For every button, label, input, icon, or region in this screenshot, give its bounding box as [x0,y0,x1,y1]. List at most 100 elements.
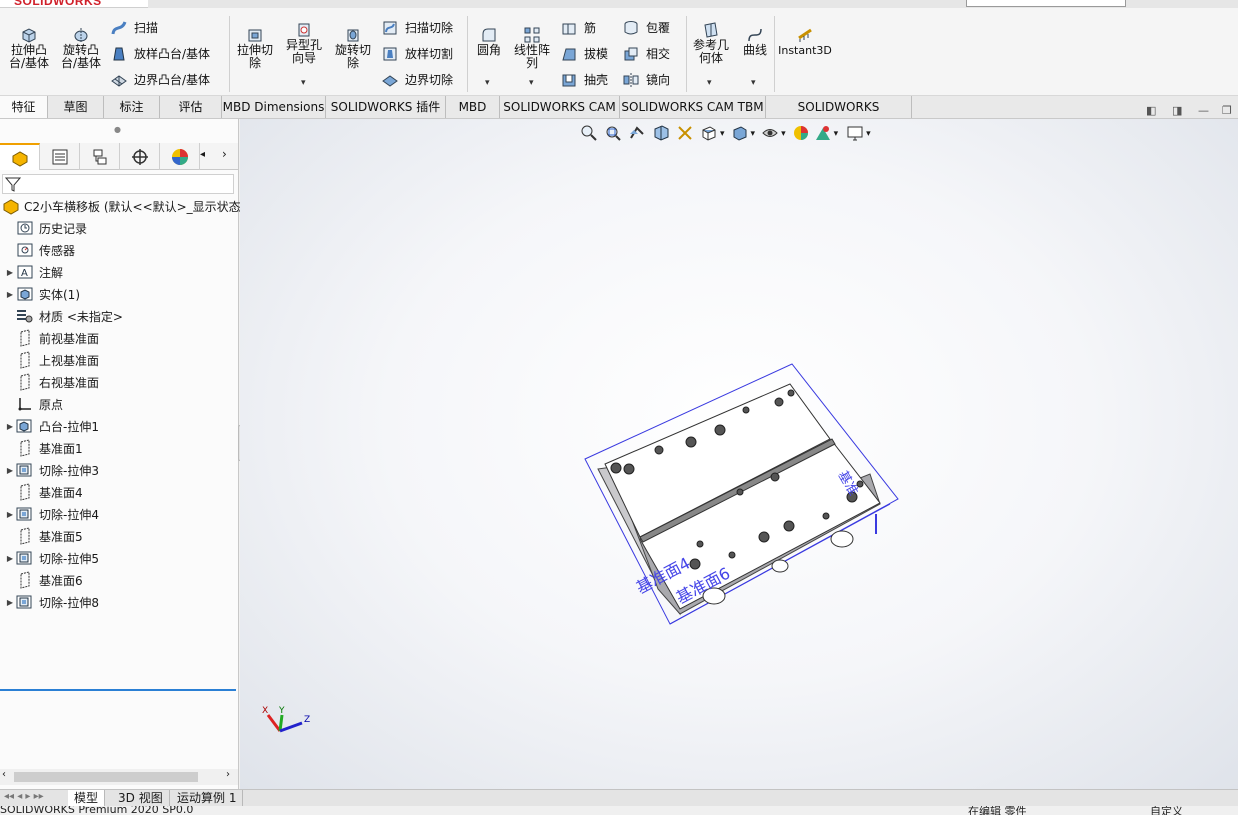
tab-mbd[interactable]: MBD [446,96,500,118]
extrude-boss-label: 拉伸凸 台/基体 [8,43,50,70]
solidworks-logo[interactable]: SOLIDWORKS [0,0,148,8]
fillet-dropdown-icon[interactable]: ▾ [485,78,490,88]
boundary-cut-button[interactable]: 边界切除 [381,71,453,89]
configuration-manager-icon [93,149,106,164]
curves-dropdown-icon[interactable]: ▾ [751,78,756,88]
maximize-icon[interactable]: ❐ [1222,104,1232,117]
tab-solidworks-addins[interactable]: SOLIDWORKS 插件 [326,96,446,118]
curves-button[interactable]: 曲线 [738,26,772,57]
configuration-manager-tab[interactable] [80,143,120,170]
boundary-boss-button[interactable]: 边界凸台/基体 [110,71,210,89]
tree-item[interactable]: 基准面1 [4,438,83,458]
tree-item[interactable]: ▶ 切除-拉伸5 [4,548,99,568]
tree-item[interactable]: 历史记录 [4,218,87,238]
hole-wizard-dropdown-icon[interactable]: ▾ [301,78,306,88]
expand-arrow-icon[interactable]: ▶ [4,422,16,431]
sweep-cut-button[interactable]: 扫描切除 [381,19,453,37]
rib-button[interactable]: 筋 [560,19,596,37]
revolve-boss-button[interactable]: 旋转凸 台/基体 [58,26,104,70]
expand-arrow-icon[interactable]: ▶ [4,290,16,299]
tab-motion-study-1[interactable]: 运动算例 1 [171,790,244,806]
tab-solidworks-cam-tbm[interactable]: SOLIDWORKS CAM TBM [620,96,766,118]
tree-item[interactable]: 基准面6 [4,570,83,590]
tree-root-label: C2小车横移板 (默认<<默认>_显示状态 [24,199,241,214]
tree-item[interactable]: 基准面4 [4,482,83,502]
tab-solidworks-inspection[interactable]: SOLIDWORKS Inspection [766,96,912,136]
tree-item[interactable]: ▶ 切除-拉伸3 [4,460,99,480]
tree-item[interactable]: 前视基准面 [4,328,99,348]
tree-item[interactable]: 材质 <未指定> [4,306,123,326]
curves-label: 曲线 [742,43,767,57]
restore-right-icon[interactable]: ◨ [1172,104,1182,117]
command-manager-ribbon: 拉伸凸 台/基体 旋转凸 台/基体 扫描 放样凸台/基体 边界凸台/基体 拉伸切… [0,8,1238,96]
extrude-cut-button[interactable]: 拉伸切 除 [234,26,276,70]
revolve-cut-button[interactable]: 旋转切 除 [331,26,375,70]
tab-sketch[interactable]: 草图 [48,96,104,118]
tree-item[interactable]: 基准面5 [4,526,83,546]
wrap-button[interactable]: 包覆 [622,19,670,37]
display-manager-tab[interactable] [160,143,200,170]
mirror-button[interactable]: 镜向 [622,71,670,89]
part-model-view[interactable]: 基准面4 基准面6 基准 X Y Z [240,119,1238,789]
intersect-button[interactable]: 相交 [622,45,670,63]
tree-item[interactable]: 上视基准面 [4,350,99,370]
search-input[interactable] [966,0,1126,7]
tree-item[interactable]: 右视基准面 [4,372,99,392]
tab-mbd-dimensions[interactable]: MBD Dimensions [222,96,326,118]
panel-tabs-scroll-left-icon[interactable]: ◂ [200,149,205,160]
expand-arrow-icon[interactable]: ▶ [4,598,16,607]
pattern-dropdown-icon[interactable]: ▾ [529,78,534,88]
scroll-right-icon[interactable]: › [226,769,230,780]
expand-arrow-icon[interactable]: ▶ [4,466,16,475]
tree-item[interactable]: ▶ A 注解 [4,262,63,282]
expand-arrow-icon[interactable]: ▶ [4,554,16,563]
scrollbar-thumb[interactable] [14,772,198,782]
tab-3d-view[interactable]: 3D 视图 [112,790,170,806]
fillet-button[interactable]: 圆角 [472,26,506,57]
reference-geometry-button[interactable]: 参考几 何体 [690,21,732,65]
linear-pattern-button[interactable]: 线性阵 列 [510,26,554,70]
draft-button[interactable]: 拔模 [560,45,608,63]
panel-horizontal-scrollbar[interactable]: ‹ › [0,769,238,785]
tab-solidworks-cam[interactable]: SOLIDWORKS CAM [500,96,620,118]
property-manager-tab[interactable] [40,143,80,170]
tree-item[interactable]: ▶ 凸台-拉伸1 [4,416,99,436]
sweep-icon [110,19,128,37]
dimxpert-tab[interactable] [120,143,160,170]
status-units[interactable]: 自定义 [1150,806,1183,815]
tree-item-label: 凸台-拉伸1 [39,419,99,434]
tab-model[interactable]: 模型 [68,790,106,806]
tab-nav-arrows-icon[interactable]: ◂◂ ◂ ▸ ▸▸ [4,791,44,802]
tree-root[interactable]: C2小车横移板 (默认<<默认>_显示状态 [2,196,241,216]
tree-item[interactable]: 原点 [4,394,63,414]
loft-boss-button[interactable]: 放样凸台/基体 [110,45,210,63]
tab-evaluate[interactable]: 评估 [160,96,222,118]
loft-cut-button[interactable]: 放样切割 [381,45,453,63]
tab-features[interactable]: 特征 [0,96,48,118]
tab-markup[interactable]: 标注 [104,96,160,118]
shell-button[interactable]: 抽壳 [560,71,608,89]
minimize-icon[interactable]: — [1198,104,1209,117]
scroll-left-icon[interactable]: ‹ [2,769,6,780]
sweep-button[interactable]: 扫描 [110,19,158,37]
expand-arrow-icon[interactable]: ▶ [4,510,16,519]
panel-tabs-scroll-right-icon[interactable]: › [222,147,227,161]
svg-text:A: A [21,268,28,279]
feature-manager-tab[interactable] [0,143,40,170]
ref-geometry-dropdown-icon[interactable]: ▾ [707,78,712,88]
panel-grip-icon[interactable]: ● [114,125,121,134]
restore-left-icon[interactable]: ◧ [1146,104,1156,117]
tree-item[interactable]: ▶ 实体(1) [4,284,80,304]
reference-geometry-icon [702,21,720,39]
extrude-boss-button[interactable]: 拉伸凸 台/基体 [6,26,52,70]
tree-item[interactable]: ▶ 切除-拉伸4 [4,504,99,524]
instant3d-button[interactable]: Instant3D [778,26,832,57]
tree-item[interactable]: 传感器 [4,240,75,260]
tree-filter-input[interactable] [2,174,234,194]
plane-icon [16,439,34,457]
hole-wizard-button[interactable]: 异型孔 向导 [282,21,326,65]
graphics-area[interactable]: ▾ ▾ ▾ ▾ ▾ 基准面4 基准面6 基准 X Y Z [240,119,1238,789]
rollback-bar[interactable] [0,689,236,691]
tree-item[interactable]: ▶ 切除-拉伸8 [4,592,99,612]
expand-arrow-icon[interactable]: ▶ [4,268,16,277]
